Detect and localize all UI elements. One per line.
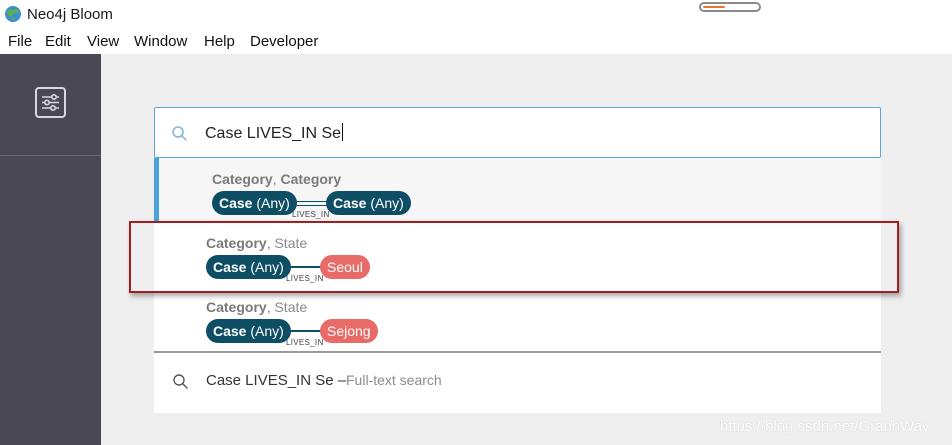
suggestion-categories: Category, Category bbox=[212, 171, 342, 187]
search-query: Case LIVES_IN Se bbox=[205, 123, 344, 143]
menu-help[interactable]: Help bbox=[204, 33, 235, 50]
menu-file[interactable]: File bbox=[8, 33, 32, 50]
fulltext-query: Case LIVES_IN Se – bbox=[206, 372, 347, 389]
suggestion-categories: Category, State bbox=[206, 299, 308, 315]
text-caret bbox=[342, 123, 344, 141]
loading-progress bbox=[699, 2, 761, 12]
search-input[interactable]: Case LIVES_IN Se bbox=[154, 107, 881, 158]
fulltext-hint: Full-text search bbox=[346, 372, 442, 388]
search-icon bbox=[173, 374, 188, 389]
sidebar-divider bbox=[0, 155, 101, 156]
menu-edit[interactable]: Edit bbox=[45, 33, 71, 50]
fulltext-search-option[interactable]: Case LIVES_IN Se – Full-text search bbox=[154, 353, 881, 413]
watermark: https://blog.csdn.net/GraphWay bbox=[720, 418, 930, 435]
suggestion-item[interactable]: Category, State Case (Any) LIVES_IN Sejo… bbox=[154, 286, 881, 350]
target-value-pill: Sejong bbox=[320, 319, 378, 343]
menu-developer[interactable]: Developer bbox=[250, 33, 318, 50]
search-query-text: Case LIVES_IN Se bbox=[205, 125, 342, 142]
suggestion-item[interactable]: Category, Category Case (Any) LIVES_IN C… bbox=[154, 158, 881, 222]
filter-settings-button[interactable] bbox=[35, 87, 66, 118]
search-icon bbox=[172, 126, 188, 142]
menu-view[interactable]: View bbox=[87, 33, 119, 50]
sliders-icon bbox=[42, 94, 59, 111]
source-node-pill: Case (Any) bbox=[212, 191, 297, 215]
app-title: Neo4j Bloom bbox=[27, 6, 113, 23]
source-node-pill: Case (Any) bbox=[206, 319, 291, 343]
relationship-line bbox=[284, 330, 322, 332]
relationship-label: LIVES_IN bbox=[292, 210, 330, 219]
relationship-line bbox=[292, 201, 328, 206]
annotation-highlight-box bbox=[129, 221, 899, 293]
neo4j-bloom-logo-icon bbox=[5, 6, 21, 22]
menu-window[interactable]: Window bbox=[134, 33, 187, 50]
menu-bar: File Edit View Window Help Developer bbox=[0, 30, 952, 54]
relationship-label: LIVES_IN bbox=[286, 338, 324, 347]
target-node-pill: Case (Any) bbox=[326, 191, 411, 215]
progress-fill bbox=[703, 6, 725, 8]
active-indicator bbox=[154, 158, 159, 222]
title-bar: Neo4j Bloom bbox=[0, 0, 952, 30]
sidebar bbox=[0, 54, 101, 445]
